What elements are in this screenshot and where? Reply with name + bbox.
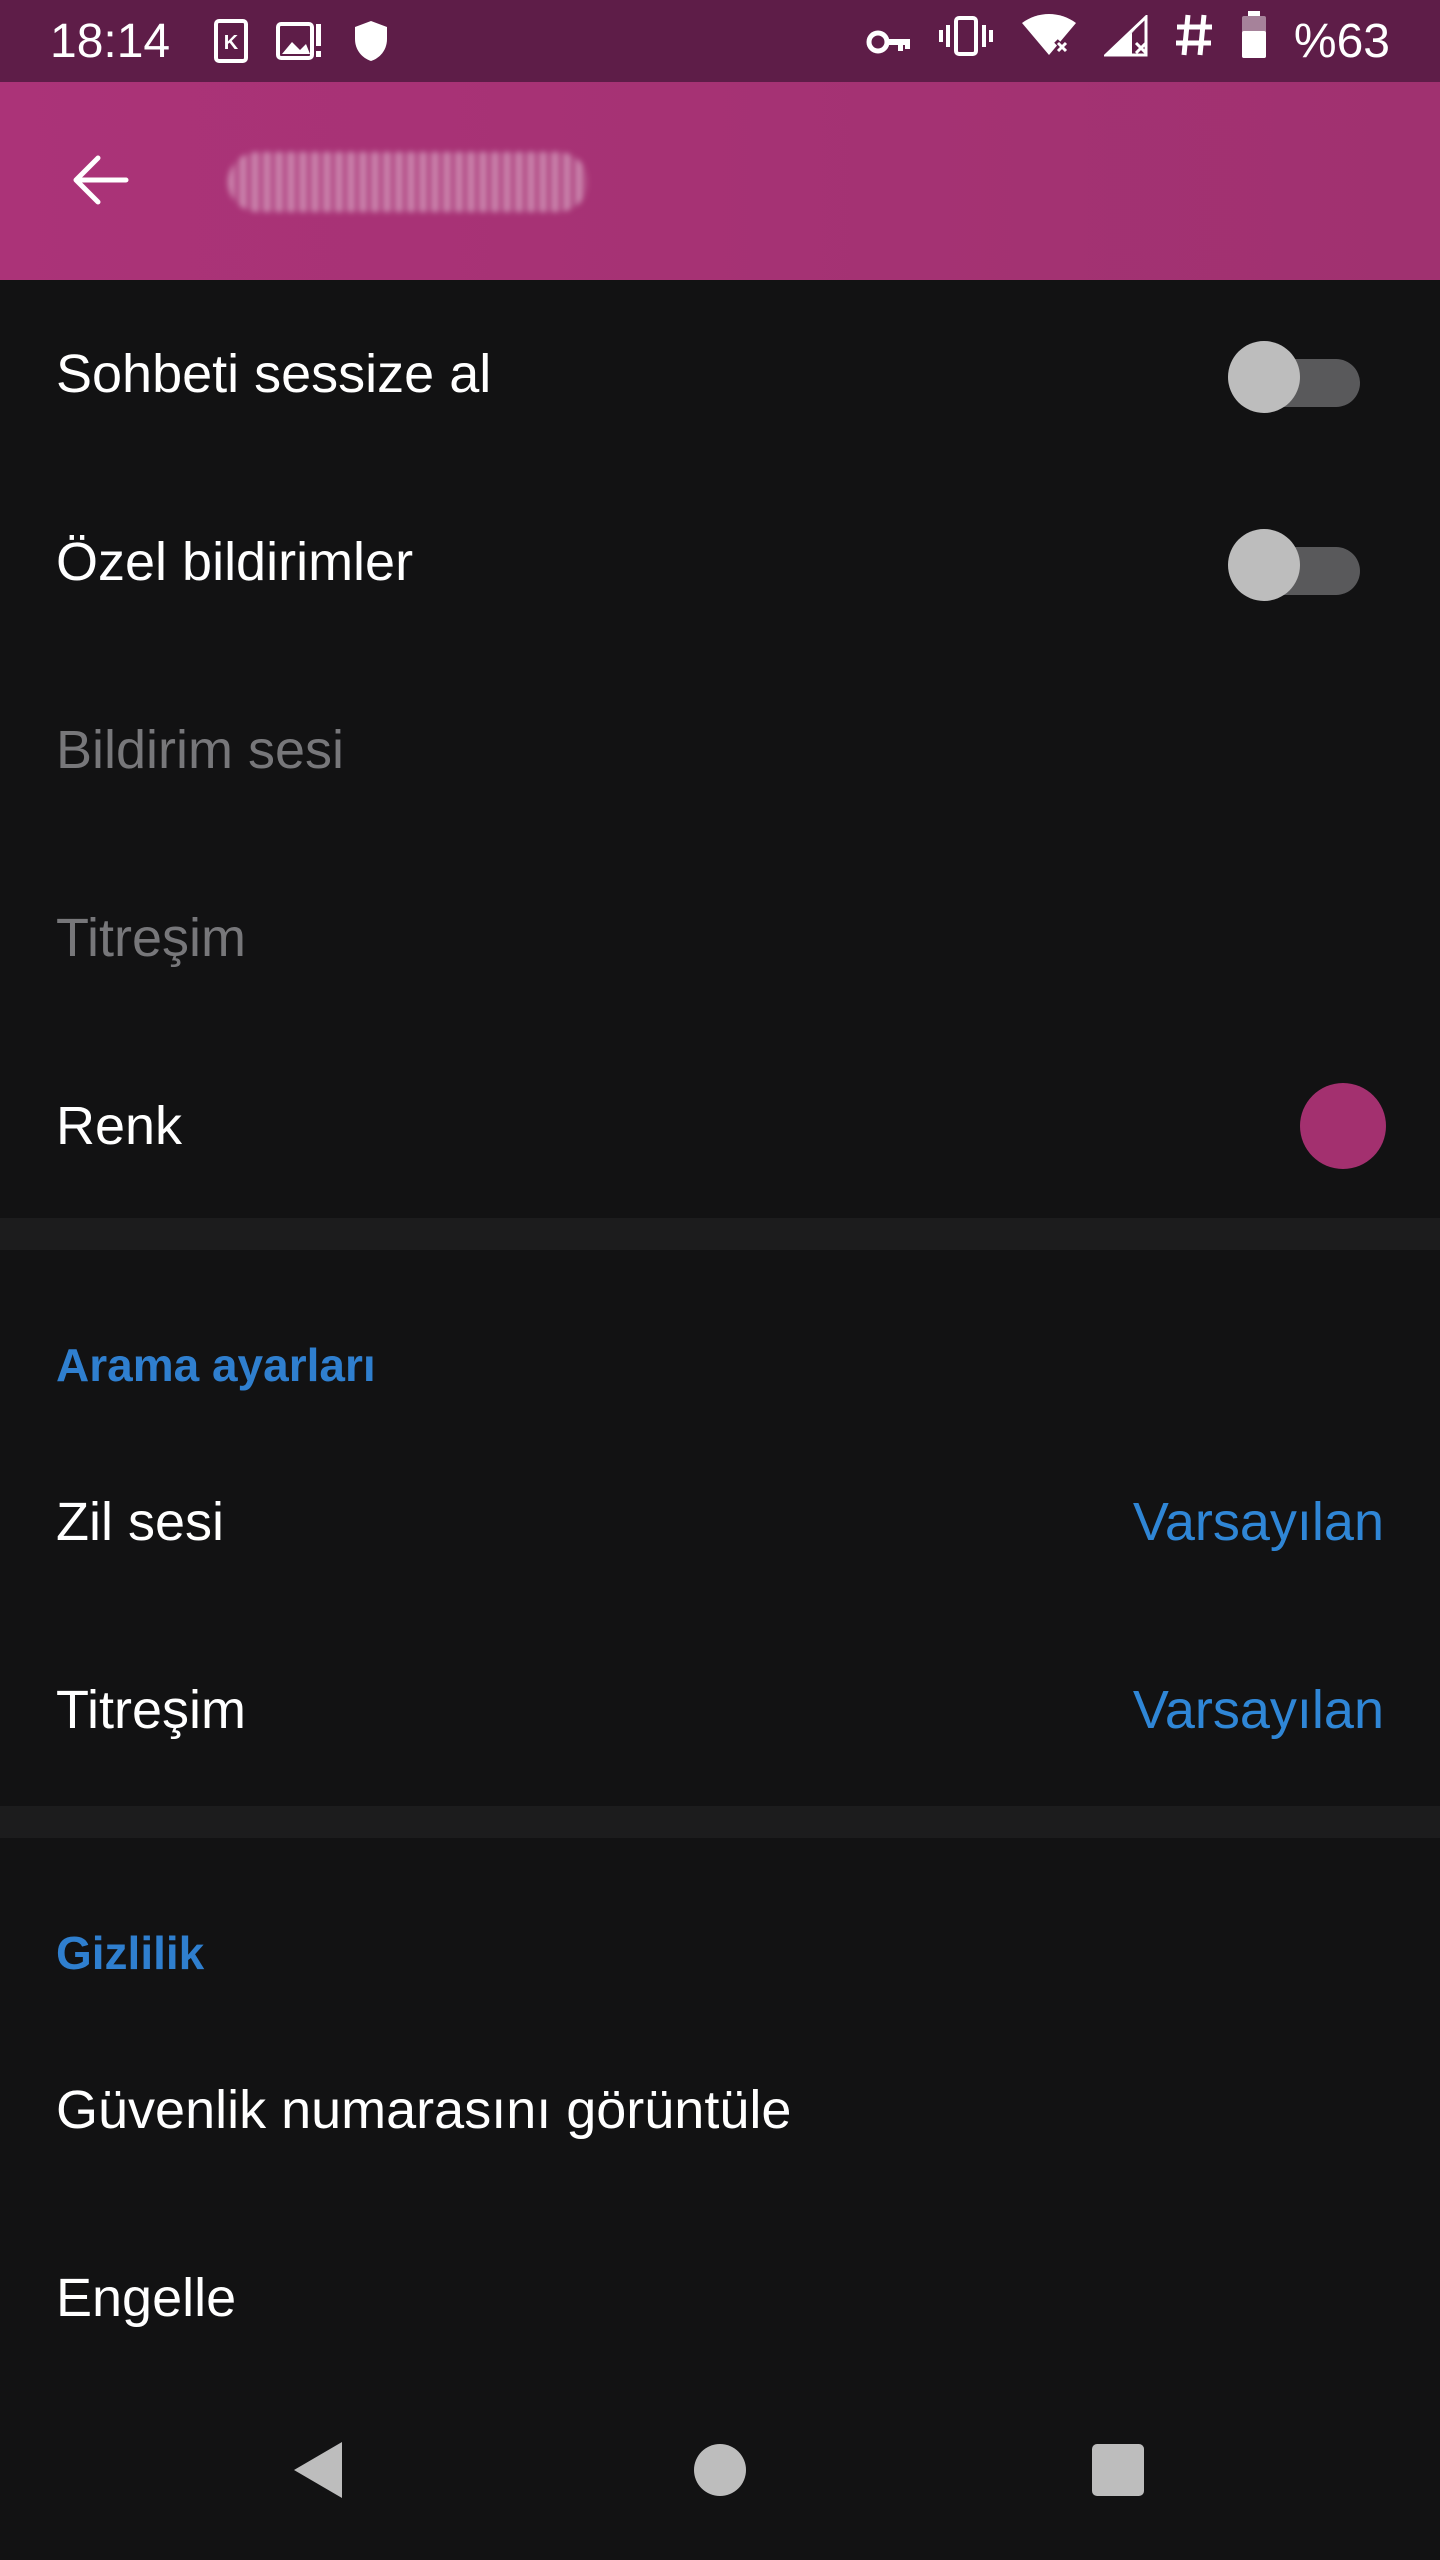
ringtone-value: Varsayılan xyxy=(1132,1492,1384,1552)
call-vibration-row[interactable]: Titreşim Varsayılan xyxy=(0,1616,1440,1804)
call-vibration-value: Varsayılan xyxy=(1132,1680,1384,1740)
key-icon xyxy=(866,14,912,69)
recents-square-icon xyxy=(1092,2444,1144,2496)
image-alert-icon xyxy=(276,20,324,62)
navigation-bar xyxy=(0,2380,1440,2560)
switch-thumb xyxy=(1228,529,1300,601)
svg-text:K: K xyxy=(224,32,239,54)
app-bar xyxy=(0,82,1440,280)
vibrate-icon xyxy=(938,14,994,69)
call-settings-header: Arama ayarları xyxy=(56,1339,376,1391)
custom-notifications-label: Özel bildirimler xyxy=(56,532,414,592)
back-triangle-icon xyxy=(294,2442,342,2498)
mute-chat-label: Sohbeti sessize al xyxy=(56,344,492,404)
home-circle-icon xyxy=(694,2444,746,2496)
color-swatch[interactable] xyxy=(1300,1083,1386,1169)
k-badge-icon: K xyxy=(214,19,249,63)
section-divider xyxy=(0,1218,1440,1250)
notification-sound-row: Bildirim sesi xyxy=(0,656,1440,844)
arrow-left-icon xyxy=(73,155,129,205)
hash-icon xyxy=(1174,13,1214,69)
shield-icon xyxy=(352,19,390,63)
contact-name-obscured xyxy=(228,152,588,212)
safety-number-label: Güvenlik numarasını görüntüle xyxy=(56,2080,792,2140)
call-vibration-label: Titreşim xyxy=(56,1680,246,1740)
ringtone-label: Zil sesi xyxy=(56,1492,225,1552)
wifi-off-icon xyxy=(1020,13,1078,69)
battery-percent: %63 xyxy=(1293,14,1390,68)
back-button[interactable] xyxy=(50,130,150,230)
nav-home-button[interactable] xyxy=(670,2420,770,2520)
signal-off-icon xyxy=(1102,13,1148,69)
color-row[interactable]: Renk xyxy=(0,1032,1440,1220)
status-bar: 18:14 K %63 xyxy=(0,0,1440,82)
ringtone-row[interactable]: Zil sesi Varsayılan xyxy=(0,1428,1440,1616)
notification-vibration-row: Titreşim xyxy=(0,844,1440,1032)
notification-sound-label: Bildirim sesi xyxy=(56,720,345,780)
privacy-header: Gizlilik xyxy=(56,1927,205,1979)
mute-chat-row[interactable]: Sohbeti sessize al xyxy=(0,280,1440,468)
section-divider xyxy=(0,1806,1440,1838)
mute-chat-switch[interactable] xyxy=(1228,339,1360,413)
custom-notifications-switch[interactable] xyxy=(1228,527,1360,601)
block-label: Engelle xyxy=(56,2268,237,2328)
battery-icon xyxy=(1240,11,1268,71)
status-right-group: %63 xyxy=(866,11,1390,71)
switch-thumb xyxy=(1228,341,1300,413)
status-time: 18:14 xyxy=(50,14,171,68)
color-label: Renk xyxy=(56,1096,183,1156)
custom-notifications-row[interactable]: Özel bildirimler xyxy=(0,468,1440,656)
notification-vibration-label: Titreşim xyxy=(56,908,246,968)
nav-recents-button[interactable] xyxy=(1068,2420,1168,2520)
safety-number-row[interactable]: Güvenlik numarasını görüntüle xyxy=(0,2016,1440,2204)
nav-back-button[interactable] xyxy=(268,2420,368,2520)
block-row[interactable]: Engelle xyxy=(0,2204,1440,2392)
